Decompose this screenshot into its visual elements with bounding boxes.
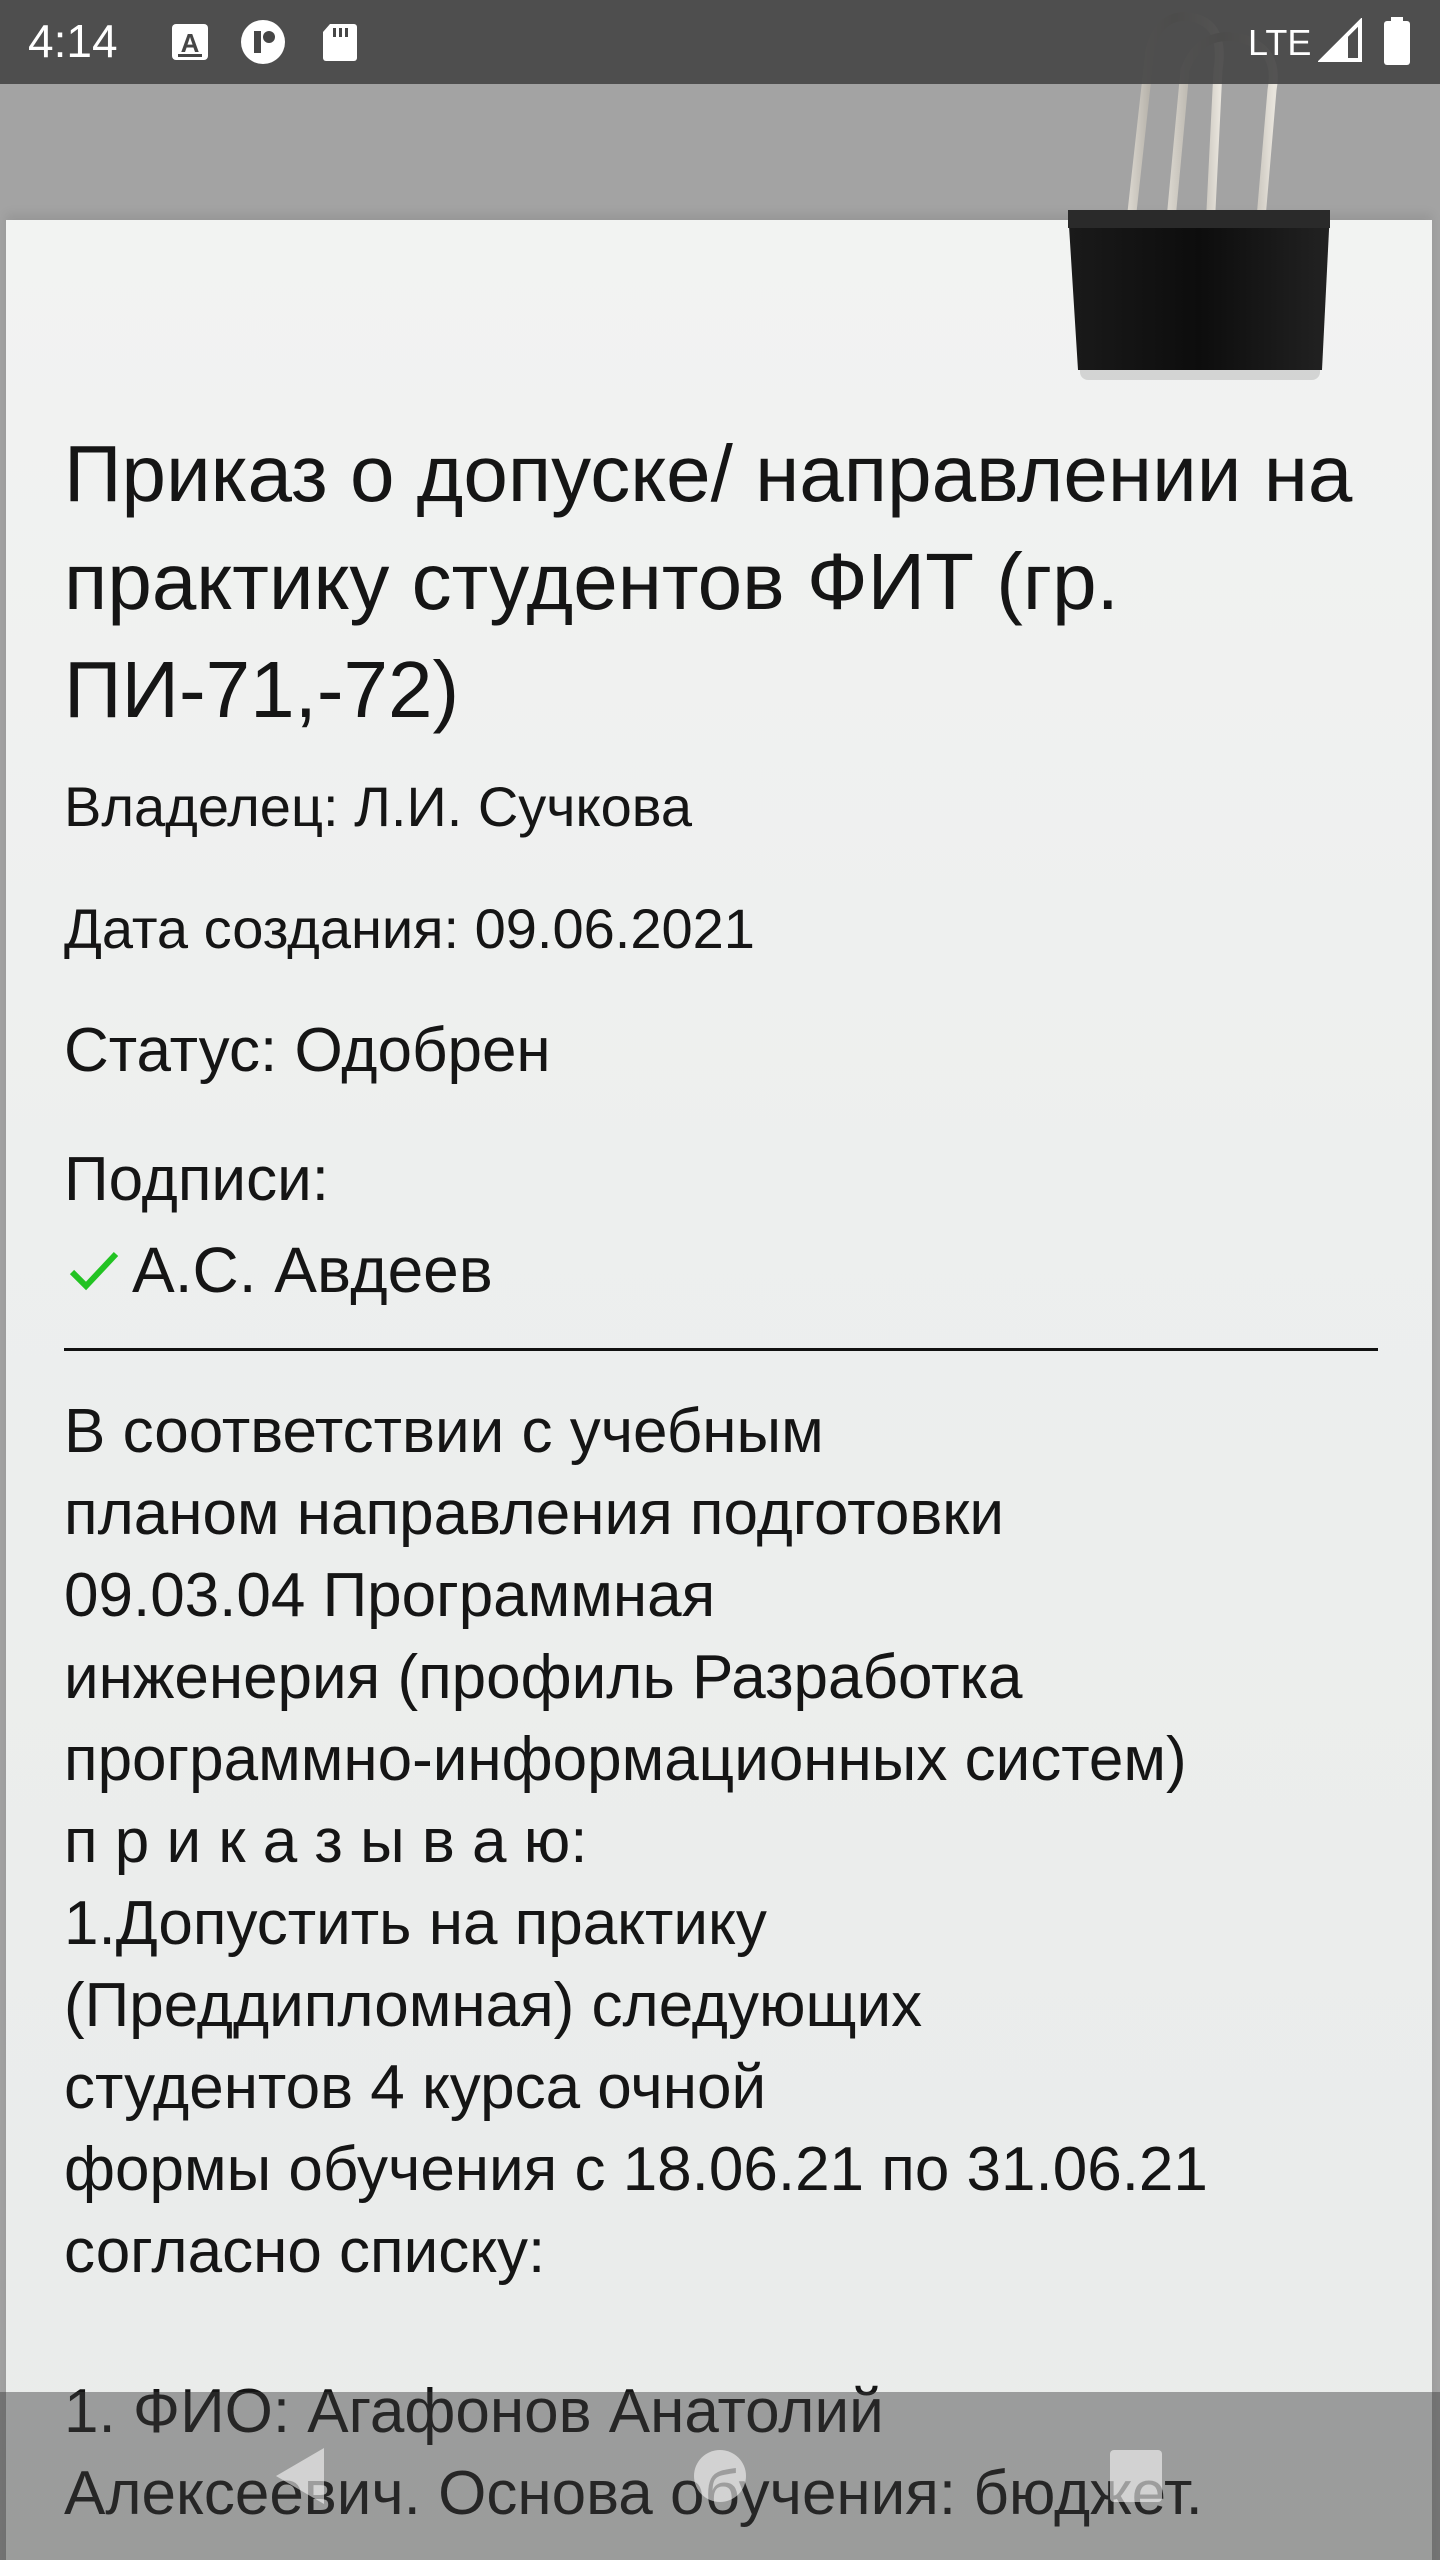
back-button[interactable] [262,2436,342,2516]
navigation-bar [0,2392,1440,2560]
signatures-label: Подписи: [64,1145,329,1214]
signature-name: А.С. Авдеев [132,1234,493,1306]
checkmark-icon [69,1251,119,1291]
divider [64,1348,1378,1351]
vpn-icon [241,20,285,64]
status-time: 4:14 [28,15,118,67]
document-title: Приказ о допуске/ направлении на практик… [64,429,1353,734]
network-type: LTE [1248,22,1312,63]
document-owner: Владелец: Л.И. Сучкова [64,775,692,838]
svg-text:A: A [181,28,200,58]
signature-item: А.С. Авдеев [64,1230,1384,1310]
screen: 4:14 A LTE Приказ о допуске/ направлении… [0,0,1440,2560]
recents-button[interactable] [1096,2436,1176,2516]
document-content: Приказ о допуске/ направлении на практик… [64,420,1384,2535]
status-bar: 4:14 A LTE [0,0,1440,84]
document-body: В соответствии с учебным планом направле… [64,1397,1208,2286]
sd-card-icon [323,24,357,61]
a-notification-icon: A [172,24,208,60]
document-status: Статус: Одобрен [64,1016,551,1085]
document-created-date: Дата создания: 09.06.2021 [64,897,755,960]
signal-icon [1318,18,1362,62]
home-button[interactable] [680,2436,760,2516]
battery-icon [1384,17,1410,65]
